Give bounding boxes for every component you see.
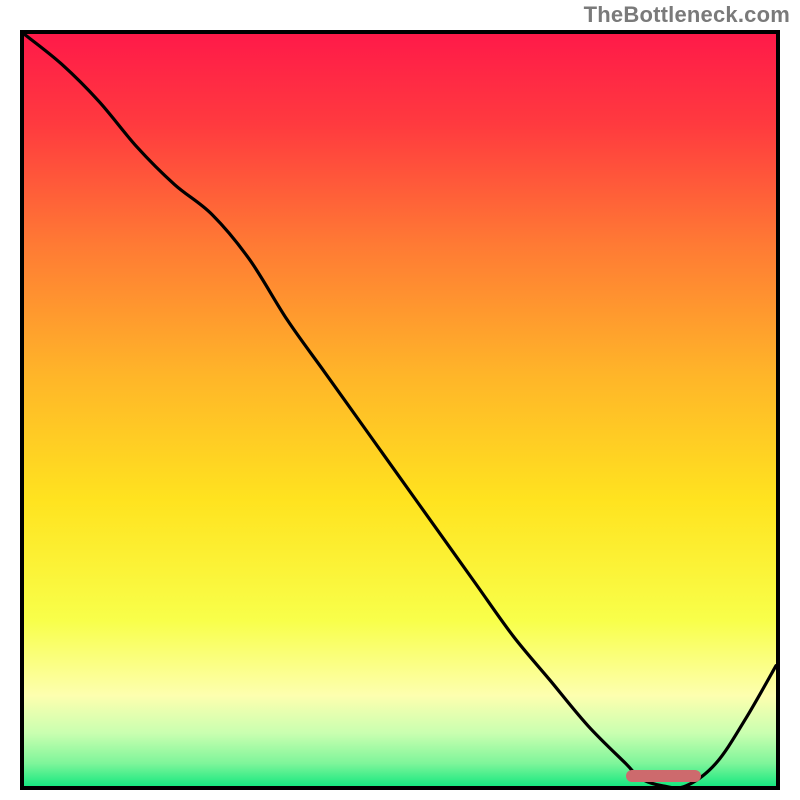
- gradient-background: [24, 34, 776, 786]
- optimal-zone-marker: [626, 770, 701, 782]
- plot-area: [20, 30, 780, 790]
- chart-stage: TheBottleneck.com: [0, 0, 800, 800]
- watermark-text: TheBottleneck.com: [584, 2, 790, 28]
